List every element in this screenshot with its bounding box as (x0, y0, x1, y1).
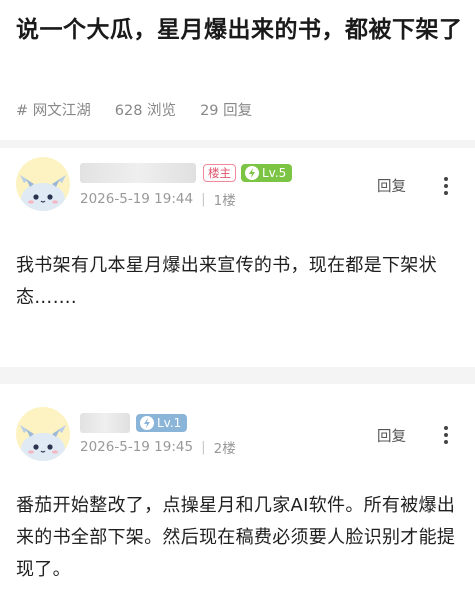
host-badge: 楼主 (203, 164, 236, 182)
reply-button[interactable]: 回复 (377, 425, 406, 446)
reply-button[interactable]: 回复 (377, 175, 406, 196)
more-vertical-icon[interactable] (438, 175, 454, 197)
avatar[interactable] (16, 157, 70, 211)
reply-time: 2026-5-19 19:44 (80, 191, 194, 207)
post-meta: # 网文江湖 628 浏览 29 回复 (16, 99, 252, 119)
reply-time: 2026-5-19 19:45 (80, 439, 194, 455)
username-blurred[interactable] (80, 413, 130, 433)
lightning-icon (245, 166, 259, 180)
reply-meta: 2026-5-19 19:45 | 2楼 (80, 438, 236, 457)
level-label: Lv.5 (262, 166, 287, 180)
reply-content: 番茄开始整改了，点操星月和几家AI软件。所有被爆出来的书全部下架。然后现在稿费必… (16, 495, 456, 580)
avatar[interactable] (16, 407, 70, 461)
post-title: 说一个大瓜，星月爆出来的书，都被下架了 (16, 17, 463, 43)
divider (0, 140, 475, 148)
level-label: Lv.1 (157, 416, 182, 430)
lightning-icon (140, 416, 154, 430)
meta-divider: | (201, 439, 206, 455)
reply-count: 29 回复 (200, 102, 253, 119)
floor-number: 1楼 (213, 193, 236, 209)
board-tag[interactable]: # 网文江湖 (16, 99, 91, 120)
level-badge: Lv.1 (136, 414, 188, 432)
dragon-avatar-icon (16, 157, 70, 211)
dragon-avatar-icon (16, 407, 70, 461)
reply-meta: 2026-5-19 19:44 | 1楼 (80, 190, 236, 209)
floor-number: 2楼 (213, 441, 236, 457)
view-count: 628 浏览 (114, 102, 177, 119)
level-badge: Lv.5 (241, 164, 293, 182)
meta-divider: | (201, 191, 206, 207)
reply-content: 我书架有几本星月爆出来宣传的书，现在都是下架状态……. (16, 255, 437, 308)
divider (0, 367, 475, 384)
username-blurred[interactable] (80, 163, 196, 183)
more-vertical-icon[interactable] (438, 424, 454, 446)
